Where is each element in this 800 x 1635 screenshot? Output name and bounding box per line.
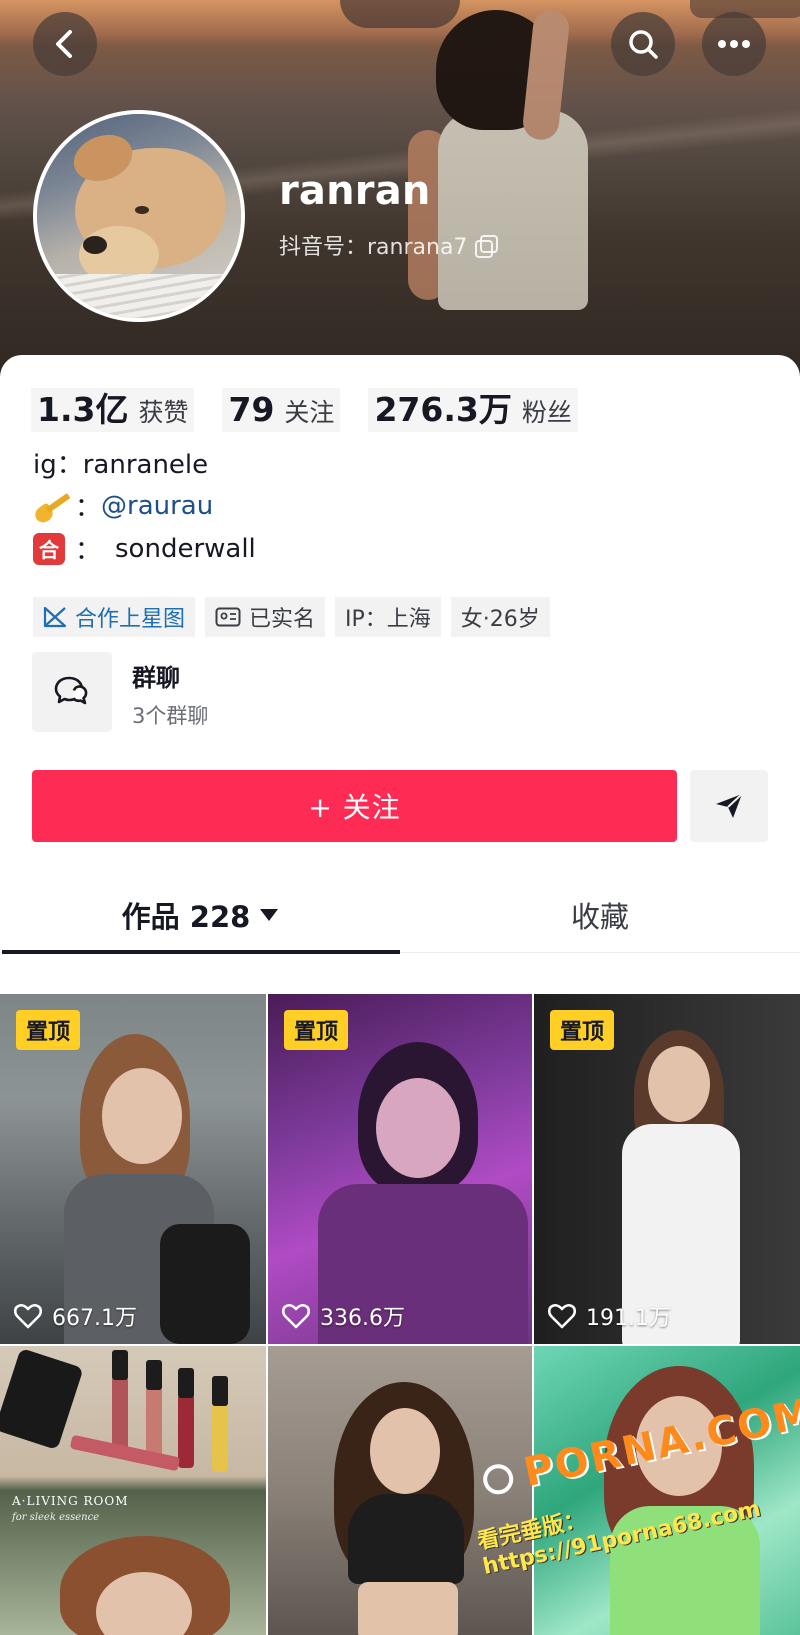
heart-icon <box>282 1304 310 1329</box>
video-thumbnail[interactable]: A·LIVING ROOM for sleek essence <box>0 1346 266 1635</box>
group-chat-entry[interactable]: 群聊 3个群聊 <box>32 652 772 734</box>
group-chat-count: 3个群聊 <box>132 704 209 728</box>
tag-ip-location: IP：上海 <box>335 597 441 637</box>
follow-button[interactable]: + 关注 <box>32 770 677 842</box>
bio-line-mention: ： @raurau <box>32 484 256 527</box>
likes-count: 336.6万 <box>282 1300 405 1332</box>
bio-separator: ： <box>75 493 102 523</box>
video-thumbnail[interactable]: 置顶 191.1万 <box>534 994 800 1344</box>
tab-works-label: 作品 228 <box>121 900 251 934</box>
group-chat-title: 群聊 <box>132 664 180 692</box>
bio-ig-text: ig：ranranele <box>33 450 209 480</box>
caret-down-icon <box>260 909 279 921</box>
profile-page: ranran 抖音号：ranrana7 1.3亿 获赞 79 关注 276.3万… <box>0 0 800 1635</box>
username: ranran <box>279 168 431 214</box>
likes-count: 667.1万 <box>14 1300 137 1332</box>
profile-tags: 合作上星图 已实名 IP：上海 女·26岁 <box>33 597 550 637</box>
stats-row: 1.3亿 获赞 79 关注 276.3万 粉丝 <box>31 388 578 432</box>
tag-gender-age: 女·26岁 <box>450 597 550 637</box>
bio: ig：ranranele ： @raurau 合 ： sonderwall <box>32 441 256 570</box>
pinned-badge: 置顶 <box>16 1010 80 1050</box>
heart-icon <box>548 1304 576 1329</box>
likes-value: 191.1万 <box>586 1306 671 1331</box>
star-map-icon <box>43 606 67 628</box>
poster-title: A·LIVING ROOM <box>12 1494 129 1508</box>
tab-collections[interactable]: 收藏 <box>400 877 800 953</box>
more-options-button[interactable] <box>702 12 766 76</box>
id-card-icon <box>215 607 241 627</box>
chevron-left-icon <box>56 30 72 58</box>
watermark-logo-icon <box>480 1461 516 1498</box>
douyin-id[interactable]: 抖音号：ranrana7 <box>279 229 499 261</box>
tag-star-map[interactable]: 合作上星图 <box>33 597 196 637</box>
bio-collab-text: sonderwall <box>115 533 256 564</box>
stat-label: 关注 <box>284 398 335 427</box>
trumpet-emoji-icon <box>32 490 71 526</box>
stat-value: 1.3亿 <box>37 390 129 429</box>
stat-value: 79 <box>228 390 275 429</box>
search-button[interactable] <box>611 12 675 76</box>
heart-icon <box>14 1304 42 1329</box>
pinned-badge: 置顶 <box>284 1010 348 1050</box>
stat-label: 获赞 <box>138 398 189 427</box>
douyin-id-text: 抖音号：ranrana7 <box>279 235 468 260</box>
bio-separator: ： <box>75 536 102 566</box>
tab-works[interactable]: 作品 228 <box>0 877 400 953</box>
tag-label: 女·26岁 <box>460 607 540 632</box>
likes-value: 667.1万 <box>52 1306 137 1331</box>
back-button[interactable] <box>33 12 97 76</box>
he-emoji-icon: 合 <box>33 532 65 565</box>
content-tabs: 作品 228 收藏 <box>0 877 800 954</box>
tag-verified[interactable]: 已实名 <box>205 597 326 637</box>
likes-count: 191.1万 <box>548 1300 671 1332</box>
stat-likes: 1.3亿 获赞 <box>31 388 195 432</box>
stat-label: 粉丝 <box>521 398 572 427</box>
paper-plane-icon <box>716 793 743 818</box>
tag-label: 已实名 <box>249 607 316 632</box>
search-icon <box>629 30 658 59</box>
video-thumbnail[interactable]: 置顶 336.6万 <box>268 994 532 1344</box>
avatar[interactable] <box>33 110 245 322</box>
send-message-button[interactable] <box>690 770 768 842</box>
video-thumbnail[interactable]: 置顶 667.1万 <box>0 994 266 1344</box>
stat-followers[interactable]: 276.3万 粉丝 <box>368 388 578 432</box>
poster-subtitle: for sleek essence <box>12 1512 100 1523</box>
more-dots-icon <box>718 40 750 48</box>
tag-label: IP：上海 <box>345 607 431 632</box>
tag-label: 合作上星图 <box>75 607 186 632</box>
bio-line-ig: ig：ranranele <box>33 441 256 484</box>
bio-line-collab: 合 ： sonderwall <box>33 527 256 570</box>
active-tab-indicator <box>2 950 400 954</box>
group-chat-icon <box>32 652 112 732</box>
bio-mention-link[interactable]: @raurau <box>101 491 213 521</box>
stat-value: 276.3万 <box>374 390 512 429</box>
pinned-badge: 置顶 <box>550 1010 614 1050</box>
likes-value: 336.6万 <box>320 1306 405 1331</box>
copy-icon[interactable] <box>475 235 499 258</box>
tab-collections-label: 收藏 <box>570 900 629 934</box>
stat-following[interactable]: 79 关注 <box>222 388 341 432</box>
